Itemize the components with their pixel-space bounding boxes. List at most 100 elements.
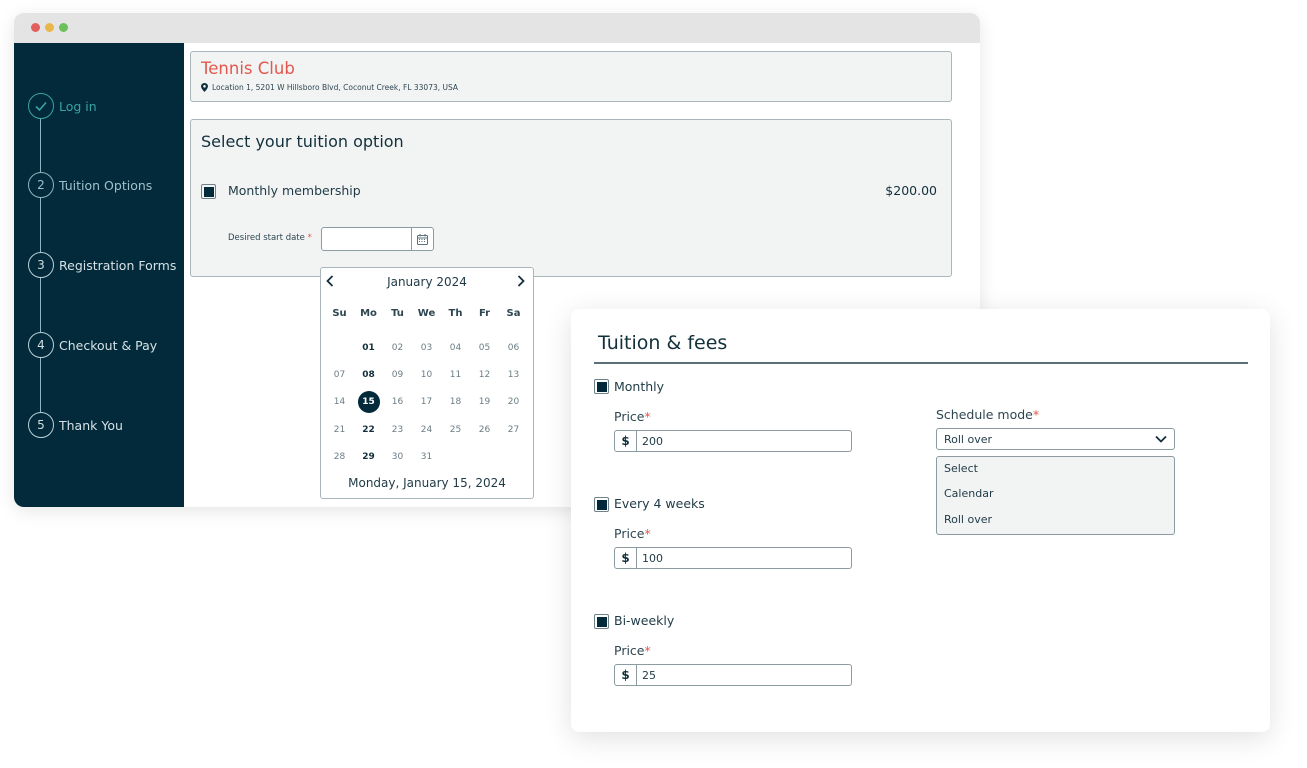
calendar-day[interactable]: 13	[499, 361, 528, 388]
calendar-day[interactable]: 12	[470, 361, 499, 388]
calendar-day[interactable]: 05	[470, 334, 499, 361]
calendar-toggle-button[interactable]	[411, 228, 433, 250]
bi-weekly-price-input[interactable]: $ 25	[614, 664, 852, 686]
bi-weekly-plan-checkbox[interactable]	[594, 614, 609, 629]
price-label: Price*	[614, 643, 651, 658]
calendar-day[interactable]: 11	[441, 361, 470, 388]
calendar-day-number: 11	[449, 369, 462, 380]
plan-label: Bi-weekly	[614, 613, 675, 628]
calendar-day-number: 26	[478, 424, 491, 435]
minimize-window-button[interactable]	[45, 23, 54, 32]
weekday-header: Mo	[360, 308, 377, 319]
every-4-weeks-plan-checkbox[interactable]	[594, 497, 609, 512]
start-date-label: Desired start date *	[228, 233, 312, 243]
title-divider	[594, 362, 1248, 364]
step-label: Tuition Options	[59, 177, 153, 193]
fees-title: Tuition & fees	[598, 332, 728, 354]
calendar-day-number: 19	[478, 397, 491, 408]
required-mark: *	[644, 643, 651, 658]
calendar-day[interactable]: 08	[354, 361, 383, 388]
schedule-mode-select[interactable]: Roll over	[936, 428, 1175, 450]
step-registration-forms[interactable]: 3 Registration Forms	[28, 252, 176, 278]
required-mark: *	[644, 526, 651, 541]
step-tuition-options[interactable]: 2 Tuition Options	[28, 172, 152, 198]
calendar-day[interactable]: 19	[470, 389, 499, 416]
registration-stepper: Log in 2 Tuition Options 3 Registration …	[14, 43, 184, 507]
club-name: Tennis Club	[201, 59, 295, 78]
schedule-option-roll-over[interactable]: Roll over	[944, 513, 992, 526]
window-titlebar	[14, 13, 980, 43]
calendar-day[interactable]: 01	[354, 334, 383, 361]
price-label-text: Price	[614, 409, 645, 424]
calendar-day-number: 03	[420, 342, 433, 353]
calendar-day[interactable]: 03	[412, 334, 441, 361]
calendar-day-number: 04	[449, 342, 462, 353]
schedule-option-select[interactable]: Select	[944, 462, 978, 475]
next-month-button[interactable]	[517, 275, 525, 291]
calendar-day-number: 12	[478, 369, 491, 380]
calendar-day-number: 10	[420, 369, 433, 380]
schedule-option-calendar[interactable]: Calendar	[944, 487, 993, 500]
step-label: Checkout & Pay	[59, 337, 158, 353]
club-address: Location 1, 5201 W Hillsboro Blvd, Cocon…	[201, 83, 458, 92]
calendar-day[interactable]: 17	[412, 389, 441, 416]
step-number: 3	[28, 252, 54, 278]
tuition-option-card: Select your tuition option Monthly membe…	[190, 119, 952, 277]
calendar-day[interactable]: 02	[383, 334, 412, 361]
calendar-day[interactable]: 07	[325, 361, 354, 388]
weekday-header: Fr	[478, 308, 491, 319]
close-window-button[interactable]	[31, 23, 40, 32]
calendar-day[interactable]: 14	[325, 389, 354, 416]
calendar-day[interactable]: 22	[354, 416, 383, 443]
calendar-day[interactable]: 18	[441, 389, 470, 416]
calendar-day[interactable]: 09	[383, 361, 412, 388]
calendar-day[interactable]: 26	[470, 416, 499, 443]
chevron-right-icon	[517, 275, 525, 287]
club-address-text: Location 1, 5201 W Hillsboro Blvd, Cocon…	[212, 83, 459, 92]
monthly-plan-checkbox[interactable]	[594, 379, 609, 394]
price-value: 100	[642, 551, 663, 565]
calendar-day-number: 22	[362, 424, 375, 435]
calendar-day[interactable]: 21	[325, 416, 354, 443]
calendar-day-number: 20	[507, 397, 520, 408]
price-value: 25	[642, 668, 656, 682]
calendar-day-number: 31	[420, 451, 433, 462]
price-label: Price*	[614, 409, 651, 424]
membership-option-label: Monthly membership	[228, 183, 361, 198]
step-checkout-pay[interactable]: 4 Checkout & Pay	[28, 332, 157, 358]
calendar-day-number: 01	[362, 342, 375, 353]
calendar-day-number: 23	[391, 424, 404, 435]
calendar-day[interactable]: 30	[383, 443, 412, 470]
calendar-day[interactable]: 27	[499, 416, 528, 443]
tuition-fees-panel: Tuition & fees Monthly Price* $ 200 Ever…	[571, 309, 1270, 732]
calendar-day-number: 16	[391, 397, 404, 408]
step-thank-you[interactable]: 5 Thank You	[28, 412, 123, 438]
calendar-day-number: 05	[478, 342, 491, 353]
start-date-input[interactable]	[321, 227, 434, 251]
calendar-day[interactable]: 29	[354, 443, 383, 470]
monthly-price-input[interactable]: $ 200	[614, 430, 852, 452]
date-picker-popup: January 2024 Su Mo Tu We Th Fr Sa 01 02 03 04 05 06 0…	[320, 267, 534, 499]
monthly-membership-checkbox[interactable]	[201, 184, 216, 199]
dollar-icon: $	[615, 431, 637, 451]
calendar-day[interactable]: 23	[383, 416, 412, 443]
price-value: 200	[642, 434, 663, 448]
every-4-weeks-price-input[interactable]: $ 100	[614, 547, 852, 569]
calendar-day[interactable]: 04	[441, 334, 470, 361]
calendar-day[interactable]: 06	[499, 334, 528, 361]
calendar-day[interactable]: 24	[412, 416, 441, 443]
calendar-day[interactable]: 16	[383, 389, 412, 416]
calendar-day[interactable]: 20	[499, 389, 528, 416]
maximize-window-button[interactable]	[59, 23, 68, 32]
calendar-day[interactable]: 28	[325, 443, 354, 470]
plan-label: Every 4 weeks	[614, 496, 705, 511]
step-label: Thank You	[59, 417, 123, 433]
calendar-day[interactable]: 10	[412, 361, 441, 388]
step-log-in[interactable]: Log in	[28, 93, 97, 119]
calendar-day-selected[interactable]: 15	[354, 389, 383, 416]
calendar-day-number: 02	[391, 342, 404, 353]
calendar-day-number: 14	[333, 397, 346, 408]
step-number: 2	[28, 172, 54, 198]
calendar-day[interactable]: 25	[441, 416, 470, 443]
calendar-day[interactable]: 31	[412, 443, 441, 470]
